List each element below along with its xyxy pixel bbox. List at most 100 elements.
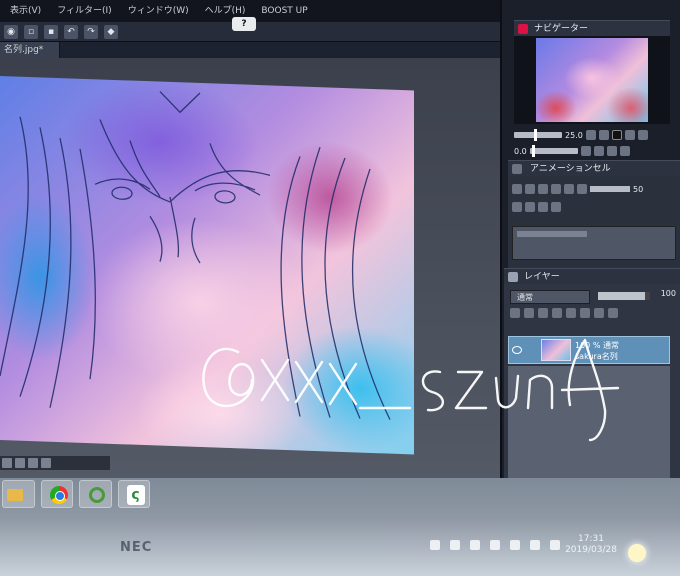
navigator-icon bbox=[518, 24, 528, 34]
layer-opacity-value[interactable]: 100 bbox=[654, 289, 676, 298]
animation-cel-entry[interactable] bbox=[517, 231, 587, 237]
tray-network-icon[interactable] bbox=[470, 540, 480, 550]
flip-v-icon[interactable] bbox=[637, 130, 648, 140]
taskbar-apps: ς bbox=[0, 480, 150, 510]
menu-boost-up[interactable]: BOOST UP bbox=[253, 0, 315, 22]
save-icon[interactable]: ▪ bbox=[44, 24, 58, 39]
artwork-canvas[interactable] bbox=[0, 76, 414, 455]
cel-copy-icon[interactable] bbox=[538, 184, 548, 194]
rotate-value[interactable]: 0.0 bbox=[514, 147, 527, 156]
rotate-slider[interactable] bbox=[529, 145, 578, 157]
navigator-thumbnail[interactable] bbox=[536, 38, 648, 122]
clip-studio-button[interactable]: ς bbox=[117, 480, 150, 508]
zoom-in-icon[interactable] bbox=[585, 130, 596, 140]
animation-cel-icon bbox=[512, 164, 522, 174]
flip-icon[interactable] bbox=[28, 458, 38, 468]
reset-rotate-icon[interactable] bbox=[606, 146, 617, 156]
new-vector-layer-icon[interactable] bbox=[524, 308, 534, 318]
canvas-status-strip bbox=[0, 456, 110, 470]
monitor-brand-logo: NEC bbox=[120, 540, 153, 555]
animation-cel-tools-2 bbox=[512, 200, 561, 214]
new-raster-layer-icon[interactable] bbox=[510, 308, 520, 318]
grid-icon[interactable] bbox=[2, 458, 12, 468]
layer-panel-title: レイヤー bbox=[524, 272, 560, 282]
merge-icon[interactable] bbox=[594, 308, 604, 318]
right-panel: ナビゲーター 25.0 0.0 アニメーションセル 50 レイヤー 通常 100… bbox=[500, 0, 680, 520]
navigator-preview[interactable] bbox=[514, 36, 670, 124]
eye-toggle-icon[interactable]: ◉ bbox=[4, 24, 18, 39]
cel-move-icon[interactable] bbox=[551, 184, 561, 194]
menu-filter[interactable]: フィルター(I) bbox=[49, 0, 120, 22]
tray-volume-icon[interactable] bbox=[510, 540, 520, 550]
document-tab[interactable]: 名列.jpg* bbox=[0, 42, 60, 58]
cel-onion-icon[interactable] bbox=[564, 184, 574, 194]
file-explorer-button[interactable] bbox=[2, 480, 35, 508]
layer-opacity-slider[interactable] bbox=[598, 292, 650, 300]
layer-thumbnail bbox=[541, 339, 571, 361]
navigator-rotate-row: 0.0 bbox=[514, 144, 670, 158]
navigator-zoom-row: 25.0 bbox=[514, 128, 670, 142]
clock-date: 2019/03/28 bbox=[565, 545, 617, 555]
fit-icon[interactable] bbox=[611, 130, 622, 140]
undo-icon[interactable]: ↶ bbox=[64, 24, 78, 39]
layer-name[interactable]: sakura名列 bbox=[575, 351, 618, 362]
cel-stop-icon[interactable] bbox=[551, 202, 561, 212]
animation-cel-title: アニメーションセル bbox=[530, 164, 611, 174]
cel-next-icon[interactable] bbox=[525, 202, 535, 212]
settings-icon[interactable] bbox=[619, 146, 630, 156]
zoom-out-icon[interactable] bbox=[598, 130, 609, 140]
zoom-value[interactable]: 25.0 bbox=[565, 131, 583, 140]
taskbar-clock[interactable]: 17:31 2019/03/28 bbox=[556, 534, 626, 556]
tray-signal-icon[interactable] bbox=[530, 540, 540, 550]
help-button[interactable]: ? bbox=[232, 17, 256, 31]
layer-title-bar: レイヤー bbox=[504, 268, 680, 284]
cel-prev-icon[interactable] bbox=[512, 202, 522, 212]
cel-delete-icon[interactable] bbox=[525, 184, 535, 194]
layer-visibility-eye-icon[interactable] bbox=[512, 346, 522, 354]
layer-tools bbox=[510, 308, 618, 318]
fill-icon[interactable]: ◆ bbox=[104, 24, 118, 39]
tray-flag-icon[interactable] bbox=[490, 540, 500, 550]
redo-icon[interactable]: ↷ bbox=[84, 24, 98, 39]
clock-time: 17:31 bbox=[578, 534, 604, 544]
show-desktop-icon[interactable] bbox=[628, 544, 646, 562]
layer-row[interactable]: 100 % 通常 sakura名列 bbox=[508, 336, 670, 364]
cel-value[interactable]: 50 bbox=[633, 185, 643, 194]
taskbar: ς NEC 17:31 2019/03/28 bbox=[0, 478, 680, 576]
tray-battery-icon[interactable] bbox=[450, 540, 460, 550]
rotate-left-icon[interactable] bbox=[580, 146, 591, 156]
layer-panel-icon bbox=[508, 272, 518, 282]
animation-cel-tools: 50 bbox=[512, 182, 643, 196]
blend-mode-select[interactable]: 通常 bbox=[510, 290, 590, 304]
tray-app-icon[interactable] bbox=[430, 540, 440, 550]
lock-icon[interactable] bbox=[552, 308, 562, 318]
navigator-title-bar: ナビゲーター bbox=[514, 20, 670, 36]
rotate-right-icon[interactable] bbox=[593, 146, 604, 156]
animation-cel-title-bar: アニメーションセル bbox=[508, 160, 680, 176]
layer-blend-info: 100 % 通常 bbox=[575, 341, 619, 350]
clip-studio-icon: ς bbox=[126, 485, 145, 505]
menu-view[interactable]: 表示(V) bbox=[2, 0, 49, 22]
new-file-icon[interactable]: ▫ bbox=[24, 24, 38, 39]
cel-light-icon[interactable] bbox=[577, 184, 587, 194]
file-explorer-icon bbox=[7, 489, 23, 501]
artwork-lineart bbox=[0, 91, 391, 420]
clip-icon[interactable] bbox=[566, 308, 576, 318]
mask-icon[interactable] bbox=[580, 308, 590, 318]
cel-play-icon[interactable] bbox=[538, 202, 548, 212]
trash-icon[interactable] bbox=[608, 308, 618, 318]
cel-add-icon[interactable] bbox=[512, 184, 522, 194]
navigator-title: ナビゲーター bbox=[534, 24, 589, 34]
rotate-icon[interactable] bbox=[15, 458, 25, 468]
folder-button[interactable] bbox=[79, 480, 112, 508]
menu-window[interactable]: ウィンドウ(W) bbox=[120, 0, 197, 22]
zoom-icon[interactable] bbox=[41, 458, 51, 468]
cel-opacity-slider[interactable] bbox=[590, 186, 630, 192]
animation-cel-list[interactable] bbox=[512, 226, 676, 260]
chrome-icon bbox=[49, 486, 68, 504]
folder-icon bbox=[89, 487, 105, 503]
flip-h-icon[interactable] bbox=[624, 130, 635, 140]
new-folder-icon[interactable] bbox=[538, 308, 548, 318]
chrome-button[interactable] bbox=[40, 480, 73, 508]
zoom-slider[interactable] bbox=[514, 129, 562, 141]
